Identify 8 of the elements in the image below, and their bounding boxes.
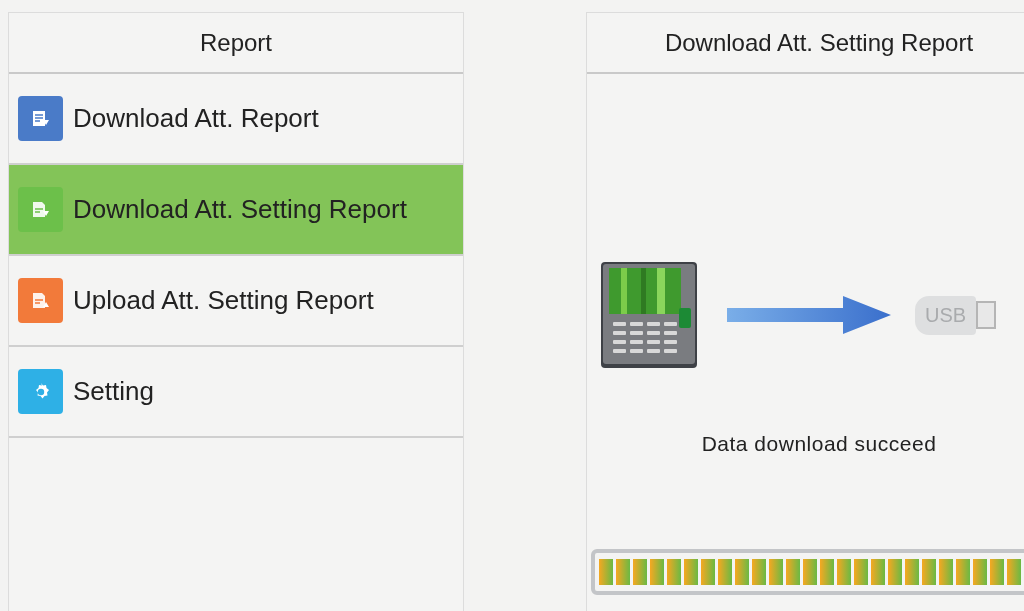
dialog-header: Download Att. Setting Report [587, 13, 1024, 74]
menu-item[interactable]: Setting [9, 347, 463, 438]
attendance-terminal-icon [601, 262, 697, 368]
menu-item[interactable]: Upload Att. Setting Report [9, 256, 463, 347]
panel-header: Report [9, 13, 463, 74]
menu-item[interactable]: Download Att. Setting Report [9, 165, 463, 256]
status-message: Data download succeed [700, 432, 938, 456]
arrow-icon [727, 296, 891, 334]
